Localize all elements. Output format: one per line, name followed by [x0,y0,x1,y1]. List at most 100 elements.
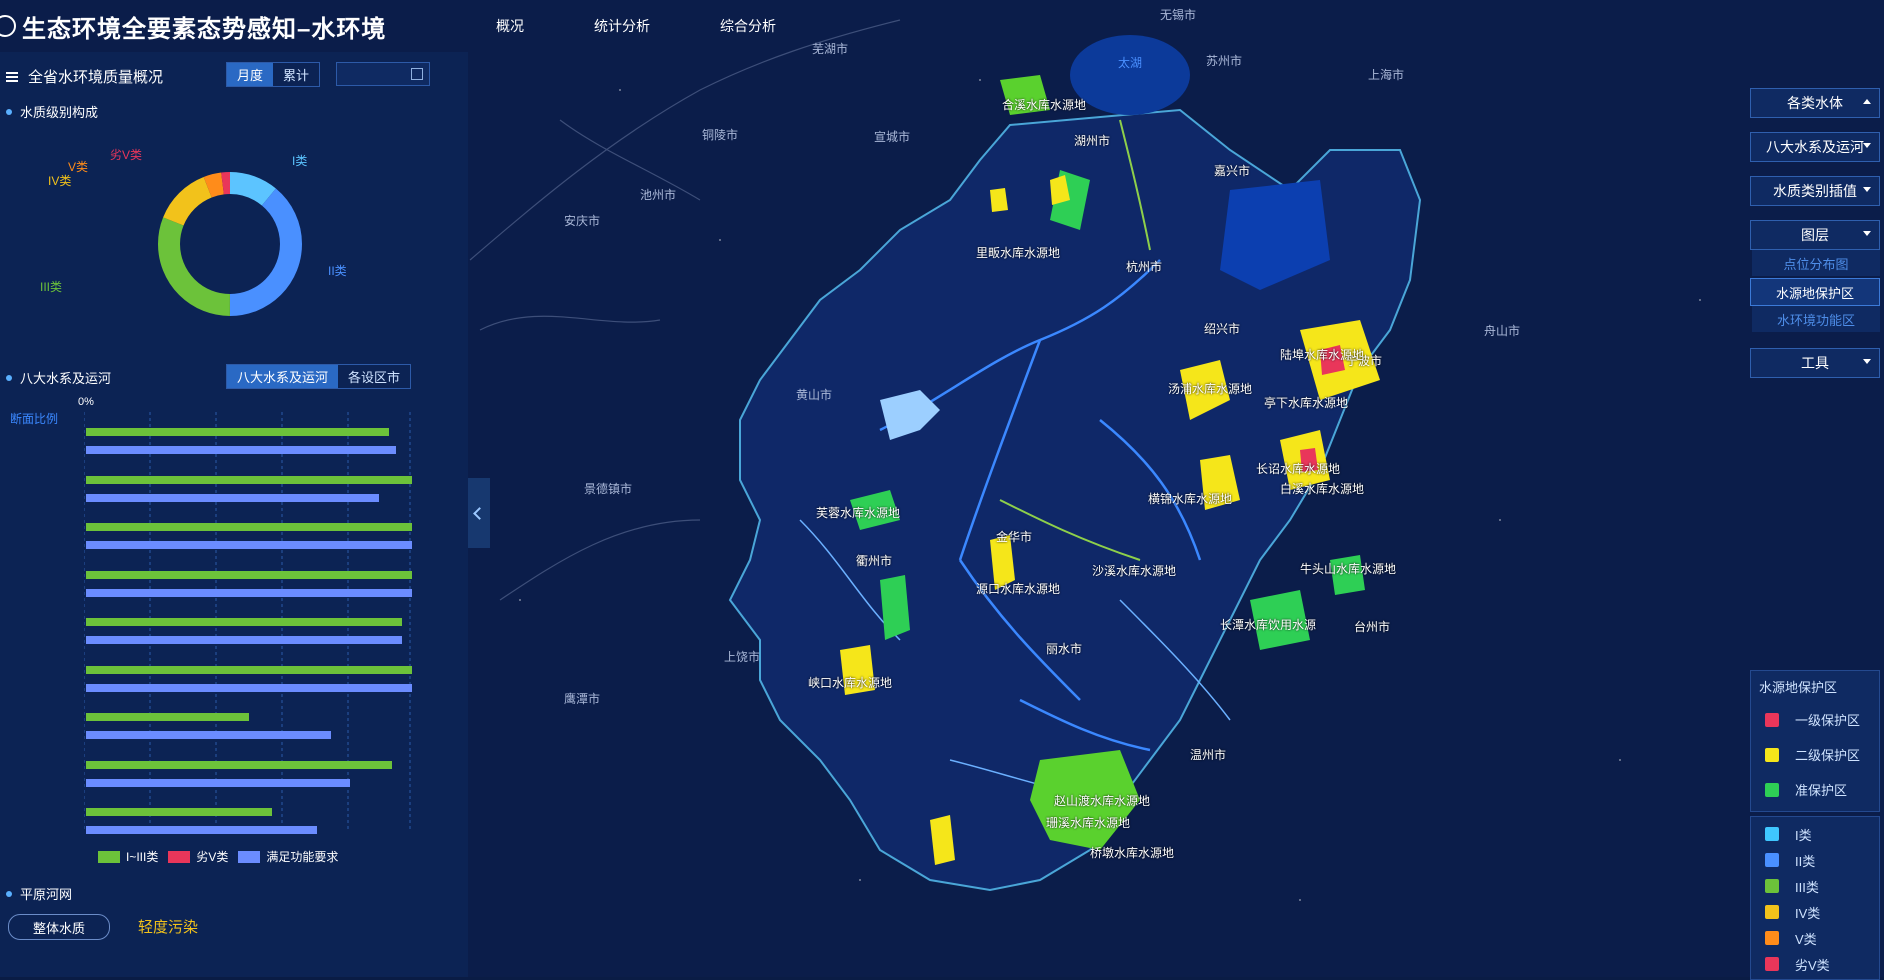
city-label: 芜湖市 [812,42,849,56]
source-label[interactable]: 汤浦水库水源地 [1168,380,1252,397]
legend-label: 劣V类 [196,850,229,864]
class-row: IV类 [1751,899,1879,925]
source-label[interactable]: 牛头山水库水源地 [1300,560,1396,577]
source-label[interactable]: 里畈水库水源地 [976,244,1060,261]
source-label[interactable]: 长潭水库饮用水源 [1220,616,1316,633]
tab-districts[interactable]: 各设区市 [338,365,410,388]
bar-grade-i-iii[interactable] [86,760,393,769]
period-cumulative[interactable]: 累计 [273,63,319,86]
donut-chart[interactable] [150,164,310,324]
bar-meets-function[interactable] [86,731,331,739]
tab-overview[interactable]: 概况 [496,16,524,36]
bullet-icon [6,108,12,115]
bar-meets-function[interactable] [86,493,380,502]
class-label: II类 [1795,853,1816,869]
class-label: III类 [1795,879,1819,895]
bar-grade-i-iii[interactable] [86,570,412,579]
layer-item-function[interactable]: 水环境功能区 [1752,306,1880,332]
layer-button[interactable]: 图层 [1750,220,1880,250]
chevron-down-icon [1863,143,1871,148]
source-label[interactable]: 沙溪水库水源地 [1092,562,1176,579]
overall-quality-button[interactable]: 整体水质 [8,914,110,940]
legend-swatch-green [98,850,120,863]
chevron-down-icon [1863,359,1871,364]
zone-row: 二级保护区 [1751,737,1879,772]
logo-icon [0,15,16,37]
interpolation-label: 水质类别插值 [1773,183,1857,199]
layer-item-points[interactable]: 点位分布图 [1752,250,1880,276]
source-label[interactable]: 横锦水库水源地 [1148,490,1232,507]
city-label: 景德镇市 [584,482,633,496]
class-row: V类 [1751,925,1879,951]
tab-statistics[interactable]: 统计分析 [594,16,650,36]
place-label: 台州市 [1354,620,1391,634]
bar-meets-function[interactable] [86,826,318,834]
interpolation-button[interactable]: 水质类别插值 [1750,176,1880,206]
zone-label: 准保护区 [1795,783,1848,798]
zone-row: 一级保护区 [1751,702,1879,737]
source-label[interactable]: 珊溪水库水源地 [1046,814,1130,831]
bar-grade-i-iii[interactable] [86,665,412,674]
swatch [1765,905,1779,919]
bullet-icon [6,374,12,381]
bar-meets-function[interactable] [86,541,412,549]
swatch [1765,931,1779,945]
water-body-button[interactable]: 各类水体 [1750,88,1880,118]
bar-grade-i-iii[interactable] [86,523,412,531]
river-system-button[interactable]: 八大水系及运河 [1750,132,1880,162]
city-label: 池州市 [640,188,677,202]
source-label[interactable]: 亭下水库水源地 [1264,394,1348,411]
swatch [1765,853,1779,867]
period-toggle: 月度 累计 [226,62,321,87]
class-legend: I类 II类 III类 IV类 V类 劣V类 [1750,816,1880,980]
lake-label: 太湖 [1118,56,1143,70]
bar-meets-function[interactable] [86,446,396,454]
source-label[interactable]: 陆埠水库水源地 [1280,346,1364,363]
class-label: I类 [1795,827,1812,843]
legend-swatch-red [168,850,191,863]
city-label: 安庆市 [564,214,601,228]
city-label: 上海市 [1368,68,1405,82]
period-monthly[interactable]: 月度 [227,63,274,86]
source-label[interactable]: 长诏水库水源地 [1256,460,1340,477]
source-label[interactable]: 赵山渡水库水源地 [1054,792,1150,809]
bar-grade-i-iii[interactable] [86,428,390,436]
top-nav: 概况 统计分析 综合分析 [496,16,846,36]
bar-meets-function[interactable] [86,778,351,787]
quality-title: 水质级别构成 [20,105,99,120]
source-label[interactable]: 芙蓉水库水源地 [816,504,900,521]
donut-label-V: V类 [68,160,89,174]
tools-button[interactable]: 工具 [1750,348,1880,378]
layer-item-protection[interactable]: 水源地保护区 [1750,278,1880,306]
bar-grade-i-iii[interactable] [86,808,272,816]
date-picker[interactable] [336,62,430,86]
zone-row: 准保护区 [1751,772,1879,807]
bar-meets-function[interactable] [86,683,412,692]
source-label[interactable]: 峡口水库水源地 [808,674,892,691]
bar-meets-function[interactable] [86,588,412,597]
donut-label-I: I类 [292,154,308,168]
legend-label: I~III类 [126,850,159,864]
legend-label: 满足功能要求 [266,850,339,864]
class-label: IV类 [1795,905,1821,921]
bar-grade-i-iii[interactable] [86,618,403,626]
collapse-panel-button[interactable] [468,478,490,548]
source-label[interactable]: 源口水库水源地 [976,580,1060,597]
place-label: 丽水市 [1046,642,1083,656]
tab-comprehensive[interactable]: 综合分析 [720,16,776,36]
tab-eight-rivers[interactable]: 八大水系及运河 [227,365,339,388]
class-label: V类 [1795,931,1817,947]
zone-legend: 水源地保护区 一级保护区 二级保护区 准保护区 [1750,670,1880,812]
quality-head: 水质级别构成 [6,102,98,121]
city-label: 宣城市 [874,130,911,144]
bar-grade-i-iii[interactable] [86,713,249,721]
source-label[interactable]: 合溪水库水源地 [1002,96,1086,113]
bar-meets-function[interactable] [86,636,403,644]
section-overview-title: 全省水环境质量概况 [28,69,164,86]
donut-label-worse-V: 劣V类 [110,148,143,162]
bar-grade-i-iii[interactable] [86,475,412,484]
layer-label: 图层 [1801,227,1829,243]
source-label[interactable]: 桥墩水库水源地 [1090,844,1174,861]
swatch [1765,827,1779,841]
source-label[interactable]: 白溪水库水源地 [1280,480,1364,497]
